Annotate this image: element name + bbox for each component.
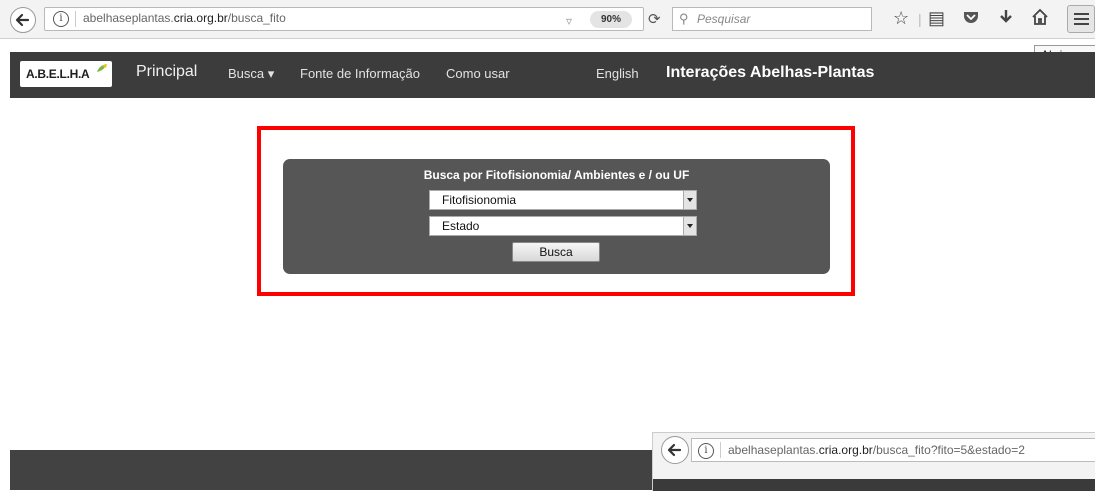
url-separator xyxy=(75,11,76,27)
site-logo[interactable]: A.B.E.L.H.A xyxy=(20,61,112,87)
menu-line xyxy=(1074,13,1089,15)
estado-select[interactable]: Estado xyxy=(429,216,697,236)
pocket-icon[interactable] xyxy=(962,8,980,31)
url-text: abelhaseplantas.cria.org.br/busca_fito?f… xyxy=(728,443,1025,457)
busca-button[interactable]: Busca xyxy=(512,242,600,262)
menu-line xyxy=(1074,18,1089,20)
overlay-browser-snippet: i abelhaseplantas.cria.org.br/busca_fito… xyxy=(652,432,1095,491)
select-value: Estado xyxy=(442,219,480,233)
logo-text: A.B.E.L.H.A xyxy=(26,67,90,81)
address-bar[interactable]: i abelhaseplantas.cria.org.br/busca_fito xyxy=(44,7,644,31)
fitofisionomia-select[interactable]: Fitofisionomia xyxy=(429,190,697,210)
site-navbar: A.B.E.L.H.A Principal Busca ▾ Fonte de I… xyxy=(10,52,1095,98)
back-button[interactable] xyxy=(661,436,689,464)
search-icon: ⚲ xyxy=(679,11,689,26)
browser-toolbar: i abelhaseplantas.cria.org.br/busca_fito… xyxy=(0,0,1095,39)
dropdown-arrow-icon[interactable] xyxy=(683,217,696,235)
hamburger-menu-button[interactable] xyxy=(1067,5,1095,33)
overlay-navbar xyxy=(653,479,1095,491)
nav-como-usar[interactable]: Como usar xyxy=(446,66,510,81)
panel-title: Busca por Fitofisionomia/ Ambientes e / … xyxy=(423,168,690,182)
toolbar-separator: | xyxy=(918,11,922,27)
search-input[interactable]: ⚲ Pesquisar xyxy=(672,7,872,31)
zoom-indicator[interactable]: 90% xyxy=(590,11,632,28)
filter-icon[interactable]: ▿ xyxy=(566,14,572,28)
url-separator xyxy=(720,442,721,458)
download-icon[interactable] xyxy=(998,8,1014,31)
nav-busca-dropdown[interactable]: Busca ▾ xyxy=(228,66,274,82)
info-icon[interactable]: i xyxy=(53,11,69,27)
select-value: Fitofisionomia xyxy=(442,193,517,207)
reading-list-icon[interactable]: ▤ xyxy=(928,8,945,29)
address-bar[interactable]: i abelhaseplantas.cria.org.br/busca_fito… xyxy=(691,438,1095,462)
search-panel: Busca por Fitofisionomia/ Ambientes e / … xyxy=(283,159,830,274)
nav-principal[interactable]: Principal xyxy=(136,63,197,81)
home-icon[interactable] xyxy=(1031,8,1049,31)
reload-icon[interactable]: ⟳ xyxy=(648,10,661,28)
menu-line xyxy=(1074,23,1089,25)
dropdown-arrow-icon[interactable] xyxy=(683,191,696,209)
nav-fonte-informacao[interactable]: Fonte de Informação xyxy=(300,66,420,81)
leaf-icon xyxy=(97,64,107,72)
nav-english[interactable]: English xyxy=(596,66,639,81)
site-title[interactable]: Interações Abelhas-Plantas xyxy=(666,64,874,82)
back-arrow-icon xyxy=(667,443,682,457)
search-placeholder: Pesquisar xyxy=(697,12,751,26)
page-footer xyxy=(10,450,670,490)
back-button[interactable] xyxy=(10,7,36,33)
url-text: abelhaseplantas.cria.org.br/busca_fito xyxy=(83,11,286,25)
back-arrow-icon xyxy=(15,13,30,27)
bookmark-star-icon[interactable]: ☆ xyxy=(893,8,909,29)
info-icon[interactable]: i xyxy=(698,443,714,459)
